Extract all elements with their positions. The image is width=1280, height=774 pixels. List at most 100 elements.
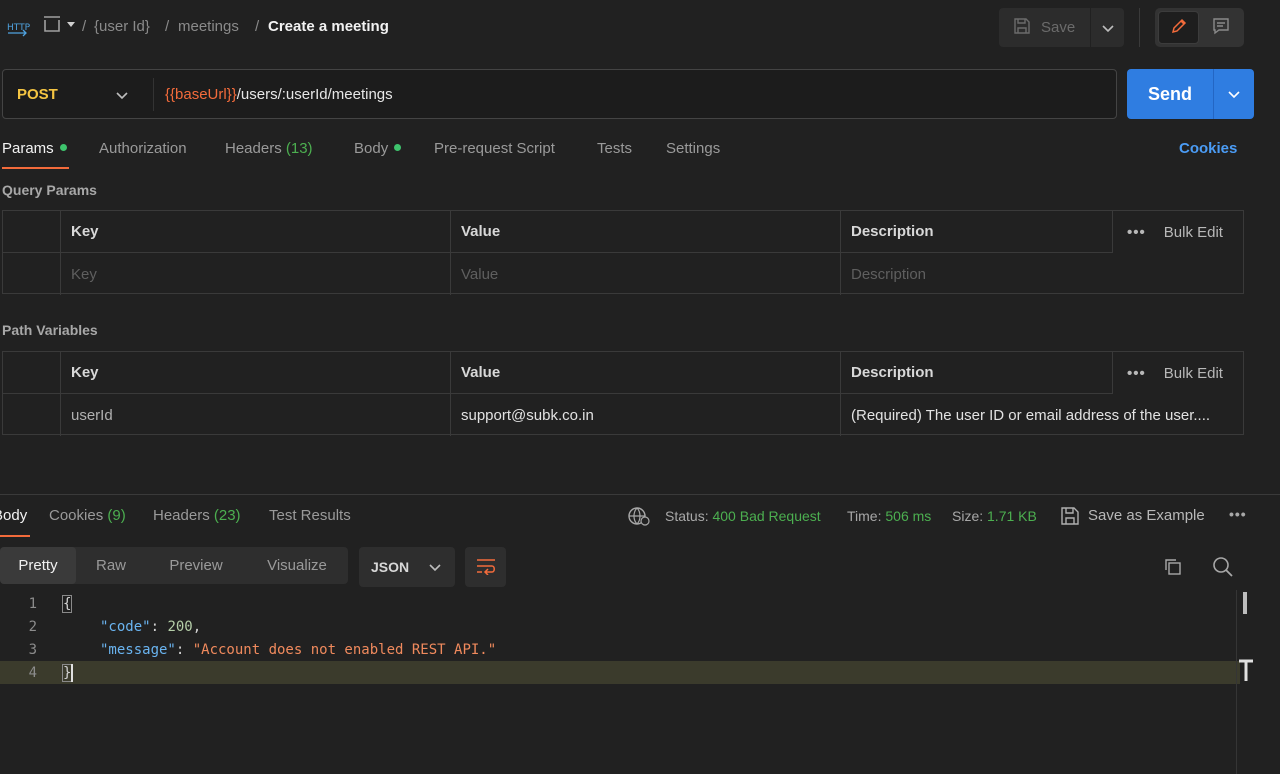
code-line: 1 { xyxy=(0,592,1240,615)
breadcrumb-user-id[interactable]: {user Id} xyxy=(94,18,150,35)
response-tab-headers[interactable]: Headers (23) xyxy=(153,507,241,524)
chevron-down-icon[interactable] xyxy=(116,87,128,103)
path-variables-table: Key Value Description ••• Bulk Edit user… xyxy=(2,351,1244,436)
checkbox-cell xyxy=(3,394,61,436)
line-number: 1 xyxy=(28,595,37,612)
wrap-lines-button[interactable] xyxy=(465,547,506,587)
tab-params[interactable]: Params xyxy=(2,140,67,157)
json-string: "Account does not enabled REST API." xyxy=(192,641,497,658)
tab-authorization[interactable]: Authorization xyxy=(99,140,187,157)
line-number: 2 xyxy=(28,618,37,635)
status-value: 400 Bad Request xyxy=(712,508,821,524)
response-tab-cookies[interactable]: Cookies (9) xyxy=(49,507,126,524)
checkbox-cell xyxy=(3,211,61,253)
save-group: Save xyxy=(999,8,1124,47)
chevron-down-icon xyxy=(429,559,441,575)
bulk-edit-button[interactable]: Bulk Edit xyxy=(1164,224,1223,241)
tab-label: Headers xyxy=(153,507,210,524)
save-button[interactable]: Save xyxy=(999,8,1091,47)
breadcrumb-meetings[interactable]: meetings xyxy=(178,18,239,35)
response-tab-test-results[interactable]: Test Results xyxy=(269,507,351,524)
tab-pre-request-script[interactable]: Pre-request Script xyxy=(434,140,555,157)
chevron-down-icon xyxy=(1228,86,1240,102)
documentation-button[interactable] xyxy=(1201,11,1241,44)
pencil-icon xyxy=(1170,17,1188,38)
method-select[interactable]: POST xyxy=(17,86,58,103)
query-params-table: Key Value Description ••• Bulk Edit Key … xyxy=(2,210,1244,295)
copy-icon[interactable] xyxy=(1163,557,1183,580)
json-key: "code" xyxy=(100,618,151,635)
query-params-title: Query Params xyxy=(2,182,97,198)
svg-text:HTTP: HTTP xyxy=(7,23,30,33)
code-line: 2 "code": 200, xyxy=(0,615,1240,638)
globe-icon[interactable] xyxy=(628,506,650,529)
send-group: Send xyxy=(1127,69,1254,119)
wrap-icon xyxy=(475,557,497,578)
path-value-input[interactable]: support@subk.co.in xyxy=(451,394,841,436)
key-input[interactable]: Key xyxy=(61,253,451,295)
more-icon[interactable]: ••• xyxy=(1127,224,1146,241)
breadcrumb-sep: / xyxy=(255,18,260,35)
format-label: JSON xyxy=(371,559,410,575)
tab-settings[interactable]: Settings xyxy=(666,140,720,157)
status-dot xyxy=(394,144,402,151)
tab-headers[interactable]: Headers (13) xyxy=(225,140,313,157)
status-dot xyxy=(59,144,67,151)
cookies-link[interactable]: Cookies xyxy=(1179,140,1237,157)
tab-tests[interactable]: Tests xyxy=(597,140,632,157)
time-label: Time: xyxy=(847,508,882,524)
json-number: 200 xyxy=(167,618,193,635)
header-value: Value xyxy=(451,211,841,253)
collection-icon[interactable] xyxy=(42,15,78,38)
line-number: 3 xyxy=(28,641,37,658)
description-input[interactable]: Description xyxy=(841,253,1243,295)
code-line-active: 4 } xyxy=(0,661,1240,684)
json-brace: { xyxy=(62,594,73,613)
time-value: 506 ms xyxy=(885,508,932,524)
edit-mode-button[interactable] xyxy=(1158,11,1199,44)
editor-scrollbar[interactable] xyxy=(1243,592,1247,614)
url-input[interactable]: {{baseUrl}}/users/:userId/meetings xyxy=(165,86,393,103)
text-cursor xyxy=(71,663,74,682)
line-number: 4 xyxy=(28,664,37,681)
active-tab-indicator xyxy=(2,167,69,169)
bulk-edit-group: ••• Bulk Edit xyxy=(1127,352,1223,394)
search-icon[interactable] xyxy=(1212,556,1234,581)
active-tab-indicator xyxy=(0,535,30,537)
json-colon: : xyxy=(175,641,193,658)
save-as-example-button[interactable]: Save as Example xyxy=(1088,507,1205,524)
path-key: userId xyxy=(61,394,451,436)
more-icon[interactable]: ••• xyxy=(1127,365,1146,382)
response-tab-body[interactable]: Body xyxy=(0,507,27,524)
headers-count: (23) xyxy=(213,507,241,524)
send-options-button[interactable] xyxy=(1214,69,1254,119)
view-raw[interactable]: Raw xyxy=(76,547,146,584)
http-icon: HTTP xyxy=(6,17,31,42)
tab-body[interactable]: Body xyxy=(354,140,402,157)
bulk-edit-button[interactable]: Bulk Edit xyxy=(1164,365,1223,382)
tab-label: Body xyxy=(354,140,389,157)
view-preview[interactable]: Preview xyxy=(146,547,246,584)
tab-label: Params xyxy=(2,140,54,157)
path-variables-title: Path Variables xyxy=(2,322,98,338)
response-divider xyxy=(0,494,1280,495)
value-input[interactable]: Value xyxy=(451,253,841,295)
status-readout[interactable]: Status: 400 Bad Request xyxy=(665,508,821,524)
time-readout[interactable]: Time: 506 ms xyxy=(847,508,931,524)
divider xyxy=(153,78,154,111)
view-pretty[interactable]: Pretty xyxy=(0,547,76,584)
bulk-edit-group: ••• Bulk Edit xyxy=(1127,211,1223,253)
checkbox-cell xyxy=(3,352,61,394)
path-description[interactable]: (Required) The user ID or email address … xyxy=(841,394,1243,436)
view-visualize[interactable]: Visualize xyxy=(246,547,348,584)
size-readout[interactable]: Size: 1.71 KB xyxy=(952,508,1037,524)
page-title[interactable]: Create a meeting xyxy=(268,18,389,35)
save-options-button[interactable] xyxy=(1092,8,1124,47)
send-button[interactable]: Send xyxy=(1127,69,1213,119)
breadcrumb-sep: / xyxy=(165,18,170,35)
tab-label: Cookies xyxy=(49,507,104,524)
format-select[interactable]: JSON xyxy=(359,547,455,587)
tab-label: Headers xyxy=(225,140,282,157)
more-icon[interactable]: ••• xyxy=(1229,506,1247,522)
header-description: Description xyxy=(841,352,1113,394)
